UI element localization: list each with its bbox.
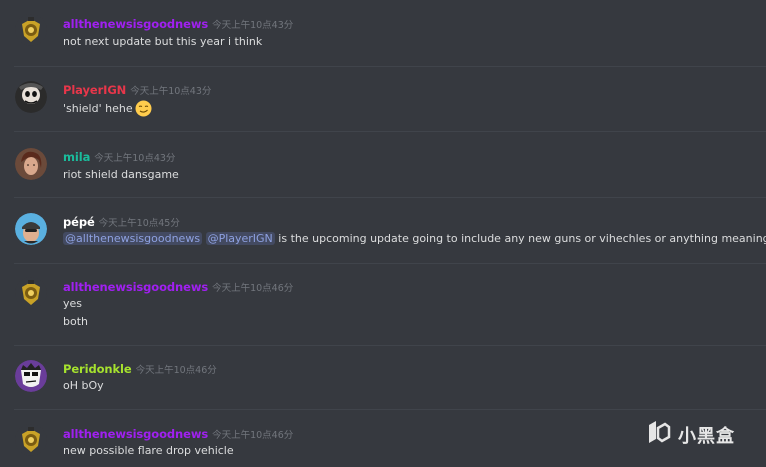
timestamp: 今天上午10点43分	[94, 153, 176, 164]
timestamp: 今天上午10点46分	[212, 283, 294, 294]
message-text: not next update but this year i think	[63, 35, 263, 48]
message-divider	[14, 263, 766, 264]
gold-badge-avatar[interactable]	[15, 277, 47, 309]
message-divider	[14, 345, 766, 346]
timestamp: 今天上午10点46分	[135, 365, 217, 376]
message-divider	[14, 131, 766, 132]
message-header: allthenewsisgoodnews 今天上午10点46分	[63, 425, 293, 441]
message-divider	[14, 409, 766, 410]
timestamp: 今天上午10点46分	[212, 430, 294, 441]
username[interactable]: allthenewsisgoodnews	[63, 280, 208, 294]
cartoon-face-avatar[interactable]	[15, 360, 47, 392]
user-mention[interactable]: @PlayerIGN	[205, 232, 275, 245]
username[interactable]: pépé	[63, 215, 95, 229]
message-header: pépé 今天上午10点45分	[63, 213, 180, 229]
heybox-watermark: 小黑盒	[646, 420, 735, 450]
chat-message-list[interactable]: allthenewsisgoodnews 今天上午10点43分 not next …	[0, 0, 766, 467]
username[interactable]: mila	[63, 150, 90, 164]
photo-avatar[interactable]	[15, 148, 47, 180]
message-text: oH bOy	[63, 379, 104, 392]
message-divider	[14, 197, 766, 198]
username[interactable]: allthenewsisgoodnews	[63, 427, 208, 441]
watermark-text: 小黑盒	[678, 426, 735, 447]
masked-character-avatar[interactable]	[15, 81, 47, 113]
message-text: riot shield dansgame	[63, 168, 179, 181]
username[interactable]: allthenewsisgoodnews	[63, 17, 208, 31]
user-mention[interactable]: @allthenewsisgoodnews	[63, 232, 203, 245]
message-text-content: 'shield' hehe	[63, 102, 133, 115]
heybox-logo-icon	[646, 419, 672, 451]
timestamp: 今天上午10点45分	[98, 218, 180, 229]
timestamp: 今天上午10点43分	[130, 86, 212, 97]
message-header: mila 今天上午10点43分	[63, 148, 175, 164]
message-text: @allthenewsisgoodnews @PlayerIGN is the …	[63, 231, 766, 247]
message-text-content: is the upcoming update going to include …	[278, 232, 766, 245]
message-text: yes	[63, 297, 83, 310]
timestamp: 今天上午10点43分	[212, 20, 294, 31]
message-divider	[14, 66, 766, 67]
message-text: 'shield' hehe	[63, 100, 152, 117]
message-header: PlayerIGN 今天上午10点43分	[63, 81, 211, 97]
username[interactable]: PlayerIGN	[63, 83, 126, 97]
gold-badge-avatar[interactable]	[15, 424, 47, 456]
message-text: both	[63, 315, 88, 328]
smirk-emoji-icon	[135, 100, 152, 117]
message-header: allthenewsisgoodnews 今天上午10点46分	[63, 278, 293, 294]
helmet-person-avatar[interactable]	[15, 213, 47, 245]
message-header: allthenewsisgoodnews 今天上午10点43分	[63, 15, 293, 31]
message-header: Peridonkle 今天上午10点46分	[63, 360, 217, 376]
gold-badge-avatar[interactable]	[15, 14, 47, 46]
message-text: new possible flare drop vehicle	[63, 444, 234, 457]
username[interactable]: Peridonkle	[63, 362, 132, 376]
